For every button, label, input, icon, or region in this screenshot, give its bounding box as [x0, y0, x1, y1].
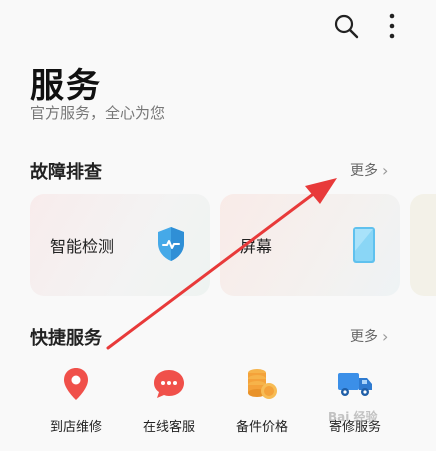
watermark: Bai 经验 — [328, 410, 378, 424]
annotation-arrow — [106, 178, 337, 350]
